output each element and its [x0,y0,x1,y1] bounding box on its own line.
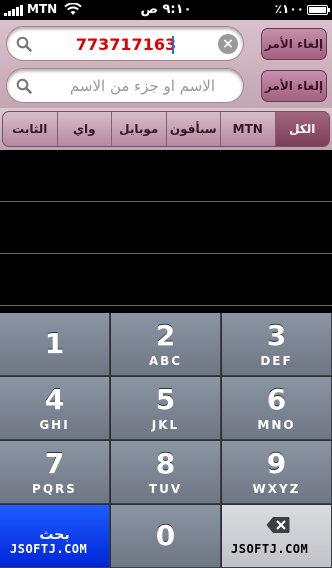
name-search-row: إلغاء الأمر [0,64,332,108]
key-7[interactable]: 7 PQRS [0,441,110,504]
cancel-button[interactable]: إلغاء الأمر [261,28,327,60]
cancel-button-2[interactable]: إلغاء الأمر [261,70,327,102]
backspace-icon [266,516,290,538]
search-area: × إلغاء الأمر إلغاء الأمر [0,20,332,108]
list-item[interactable] [0,150,332,202]
category-tabs: الثابت واي موبايل سبأفون MTN الكل [0,108,332,150]
key-8[interactable]: 8 TUV [111,441,221,504]
numeric-keypad: 1 2 ABC 3 DEF 4 GHI 5 JKL 6 MNO 7 PQRS 8… [0,313,332,568]
key-4[interactable]: 4 GHI [0,377,110,440]
key-2[interactable]: 2 ABC [111,313,221,376]
tab-mtn[interactable]: MTN [220,112,275,146]
list-item[interactable] [0,202,332,254]
key-6[interactable]: 6 MNO [222,377,332,440]
clear-icon[interactable]: × [218,34,238,54]
key-1[interactable]: 1 [0,313,110,376]
key-5[interactable]: 5 JKL [111,377,221,440]
tab-fixed[interactable]: الثابت [3,112,57,146]
text-cursor [172,36,174,54]
name-search-input[interactable] [37,72,215,100]
search-key[interactable]: بحث [0,505,110,568]
backspace-key[interactable] [222,505,332,568]
battery-percent: ٪١٠٠ [274,2,304,16]
watermark-right: JSOFTJ.COM [231,542,309,556]
key-3[interactable]: 3 DEF [222,313,332,376]
number-search-input[interactable] [37,30,215,58]
tab-sabafon[interactable]: سبأفون [165,112,221,146]
key-0[interactable]: 0 [111,505,221,568]
status-bar: MTN ٩:١٠ ص ٪١٠٠ [0,0,332,20]
watermark-left: JSOFTJ.COM [10,542,88,556]
results-list [0,150,332,313]
name-search-field[interactable] [6,68,244,103]
tab-y[interactable]: واي [56,112,112,146]
key-9[interactable]: 9 WXYZ [222,441,332,504]
list-item[interactable] [0,254,332,306]
tab-mobile[interactable]: موبايل [111,112,166,146]
search-icon [16,36,32,56]
tab-all[interactable]: الكل [274,112,329,146]
search-icon [16,78,32,98]
number-search-field[interactable]: × [6,26,244,61]
number-search-row: × إلغاء الأمر [0,22,332,66]
battery-icon [307,5,330,15]
segmented-control: الثابت واي موبايل سبأفون MTN الكل [2,111,330,147]
